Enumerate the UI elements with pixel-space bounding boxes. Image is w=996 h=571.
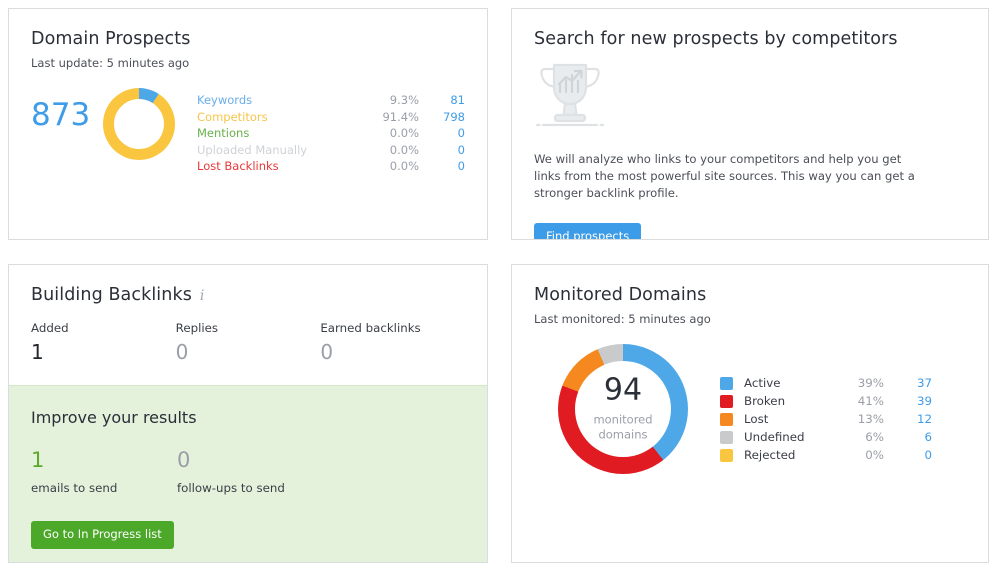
domain-prospects-title: Domain Prospects <box>31 29 465 49</box>
monitored-domains-legend-label: Broken <box>744 392 834 410</box>
building-backlinks-stat-label: Added <box>31 321 176 335</box>
monitored-domains-legend-percent: 0% <box>834 446 884 464</box>
monitored-domains-legend: Active39%37Broken41%39Lost13%12Undefined… <box>720 374 966 464</box>
legend-swatch-icon <box>720 395 733 408</box>
domain-prospects-legend-label: Mentions <box>197 125 345 142</box>
monitored-domains-legend-label: Lost <box>744 410 834 428</box>
domain-prospects-legend-label: Uploaded Manually <box>197 142 345 159</box>
info-icon[interactable]: i <box>200 289 204 303</box>
trophy-chart-icon <box>534 61 966 133</box>
improve-results-stat-label: follow-ups to send <box>177 481 323 495</box>
card-domain-prospects: Domain Prospects Last update: 5 minutes … <box>8 8 488 240</box>
domain-prospects-donut-chart <box>103 88 175 160</box>
monitored-domains-legend-percent: 39% <box>834 374 884 392</box>
building-backlinks-title-row: Building Backlinks i <box>31 285 465 305</box>
monitored-domains-body: 94 monitored domains Active39%37Broken41… <box>534 344 966 474</box>
building-backlinks-stat-value: 0 <box>176 341 321 363</box>
building-backlinks-title: Building Backlinks <box>31 285 192 305</box>
domain-prospects-legend-percent: 0.0% <box>345 158 419 175</box>
improve-results-title: Improve your results <box>31 408 465 427</box>
monitored-domains-legend-row[interactable]: Rejected0%0 <box>720 446 966 464</box>
legend-swatch-icon <box>720 431 733 444</box>
monitored-domains-legend-percent: 41% <box>834 392 884 410</box>
card-search-prospects: Search for new prospects by competitors <box>511 8 989 240</box>
monitored-domains-legend-label: Rejected <box>744 446 834 464</box>
domain-prospects-legend: Keywords9.3%81Competitors91.4%798Mention… <box>197 92 465 175</box>
search-prospects-description: We will analyze who links to your compet… <box>534 151 926 202</box>
domain-prospects-legend-label: Keywords <box>197 92 345 109</box>
monitored-domains-donut-chart: 94 monitored domains <box>558 344 688 474</box>
improve-results-stat: 0 follow-ups to send <box>177 449 323 495</box>
monitored-domains-legend-percent: 13% <box>834 410 884 428</box>
improve-results-stat-label: emails to send <box>31 481 177 495</box>
building-backlinks-stat: Earned backlinks 0 <box>320 321 465 363</box>
monitored-domains-center-label: 94 monitored domains <box>568 376 678 443</box>
monitored-domains-caption-2: domains <box>568 428 678 443</box>
card-monitored-domains: Monitored Domains Last monitored: 5 minu… <box>511 264 989 563</box>
monitored-domains-legend-count[interactable]: 0 <box>884 446 932 464</box>
domain-prospects-legend-count[interactable]: 0 <box>419 158 465 175</box>
building-backlinks-stat-label: Earned backlinks <box>320 321 465 335</box>
monitored-domains-legend-count[interactable]: 39 <box>884 392 932 410</box>
domain-prospects-body: 873 Keywords9.3%81Competitors91.4%798Men… <box>31 88 465 175</box>
monitored-domains-caption-1: monitored <box>568 413 678 428</box>
building-backlinks-stats: Added 1Replies 0 Earned backlinks 0 <box>31 321 465 363</box>
legend-swatch-icon <box>720 449 733 462</box>
improve-results-stat: 1 emails to send <box>31 449 177 495</box>
monitored-domains-legend-label: Active <box>744 374 834 392</box>
monitored-domains-legend-row[interactable]: Active39%37 <box>720 374 966 392</box>
improve-results-stat-value: 1 <box>31 449 177 472</box>
monitored-domains-legend-label: Undefined <box>744 428 834 446</box>
monitored-domains-count: 94 <box>568 376 678 406</box>
improve-results-stats: 1 emails to send0 follow-ups to send <box>31 449 465 495</box>
search-prospects-title: Search for new prospects by competitors <box>534 29 966 49</box>
building-backlinks-stat-value: 1 <box>31 341 176 363</box>
domain-prospects-legend-count[interactable]: 0 <box>419 125 465 142</box>
monitored-domains-legend-percent: 6% <box>834 428 884 446</box>
monitored-domains-legend-row[interactable]: Broken41%39 <box>720 392 966 410</box>
improve-results-stat-value: 0 <box>177 449 323 472</box>
domain-prospects-legend-row[interactable]: Uploaded Manually0.0%0 <box>197 142 465 159</box>
go-to-in-progress-list-button[interactable]: Go to In Progress list <box>31 521 174 549</box>
domain-prospects-legend-percent: 0.0% <box>345 125 419 142</box>
domain-prospects-legend-count[interactable]: 798 <box>419 109 465 126</box>
domain-prospects-legend-label: Competitors <box>197 109 345 126</box>
domain-prospects-legend-row[interactable]: Mentions0.0%0 <box>197 125 465 142</box>
domain-prospects-legend-row[interactable]: Competitors91.4%798 <box>197 109 465 126</box>
domain-prospects-legend-percent: 9.3% <box>345 92 419 109</box>
legend-swatch-icon <box>720 377 733 390</box>
domain-prospects-legend-percent: 0.0% <box>345 142 419 159</box>
domain-prospects-total: 873 <box>31 100 103 131</box>
dashboard-grid: Domain Prospects Last update: 5 minutes … <box>0 0 996 571</box>
domain-prospects-last-update: Last update: 5 minutes ago <box>31 56 465 70</box>
monitored-domains-last-monitored: Last monitored: 5 minutes ago <box>534 312 966 326</box>
monitored-domains-legend-count[interactable]: 37 <box>884 374 932 392</box>
find-prospects-button[interactable]: Find prospects <box>534 223 641 240</box>
monitored-domains-legend-row[interactable]: Undefined6%6 <box>720 428 966 446</box>
building-backlinks-stat: Added 1 <box>31 321 176 363</box>
domain-prospects-legend-percent: 91.4% <box>345 109 419 126</box>
monitored-domains-legend-count[interactable]: 6 <box>884 428 932 446</box>
improve-results-panel: Improve your results 1 emails to send0 fol… <box>9 385 487 562</box>
domain-prospects-legend-count[interactable]: 0 <box>419 142 465 159</box>
monitored-domains-legend-count[interactable]: 12 <box>884 410 932 428</box>
domain-prospects-legend-count[interactable]: 81 <box>419 92 465 109</box>
domain-prospects-legend-row[interactable]: Keywords9.3%81 <box>197 92 465 109</box>
monitored-domains-title: Monitored Domains <box>534 285 966 305</box>
domain-prospects-legend-label: Lost Backlinks <box>197 158 345 175</box>
monitored-domains-legend-row[interactable]: Lost13%12 <box>720 410 966 428</box>
domain-prospects-legend-row[interactable]: Lost Backlinks0.0%0 <box>197 158 465 175</box>
building-backlinks-stat: Replies 0 <box>176 321 321 363</box>
legend-swatch-icon <box>720 413 733 426</box>
building-backlinks-stat-value: 0 <box>320 341 465 363</box>
building-backlinks-stat-label: Replies <box>176 321 321 335</box>
card-building-backlinks: Building Backlinks i Added1Replies0Earne… <box>8 264 488 563</box>
